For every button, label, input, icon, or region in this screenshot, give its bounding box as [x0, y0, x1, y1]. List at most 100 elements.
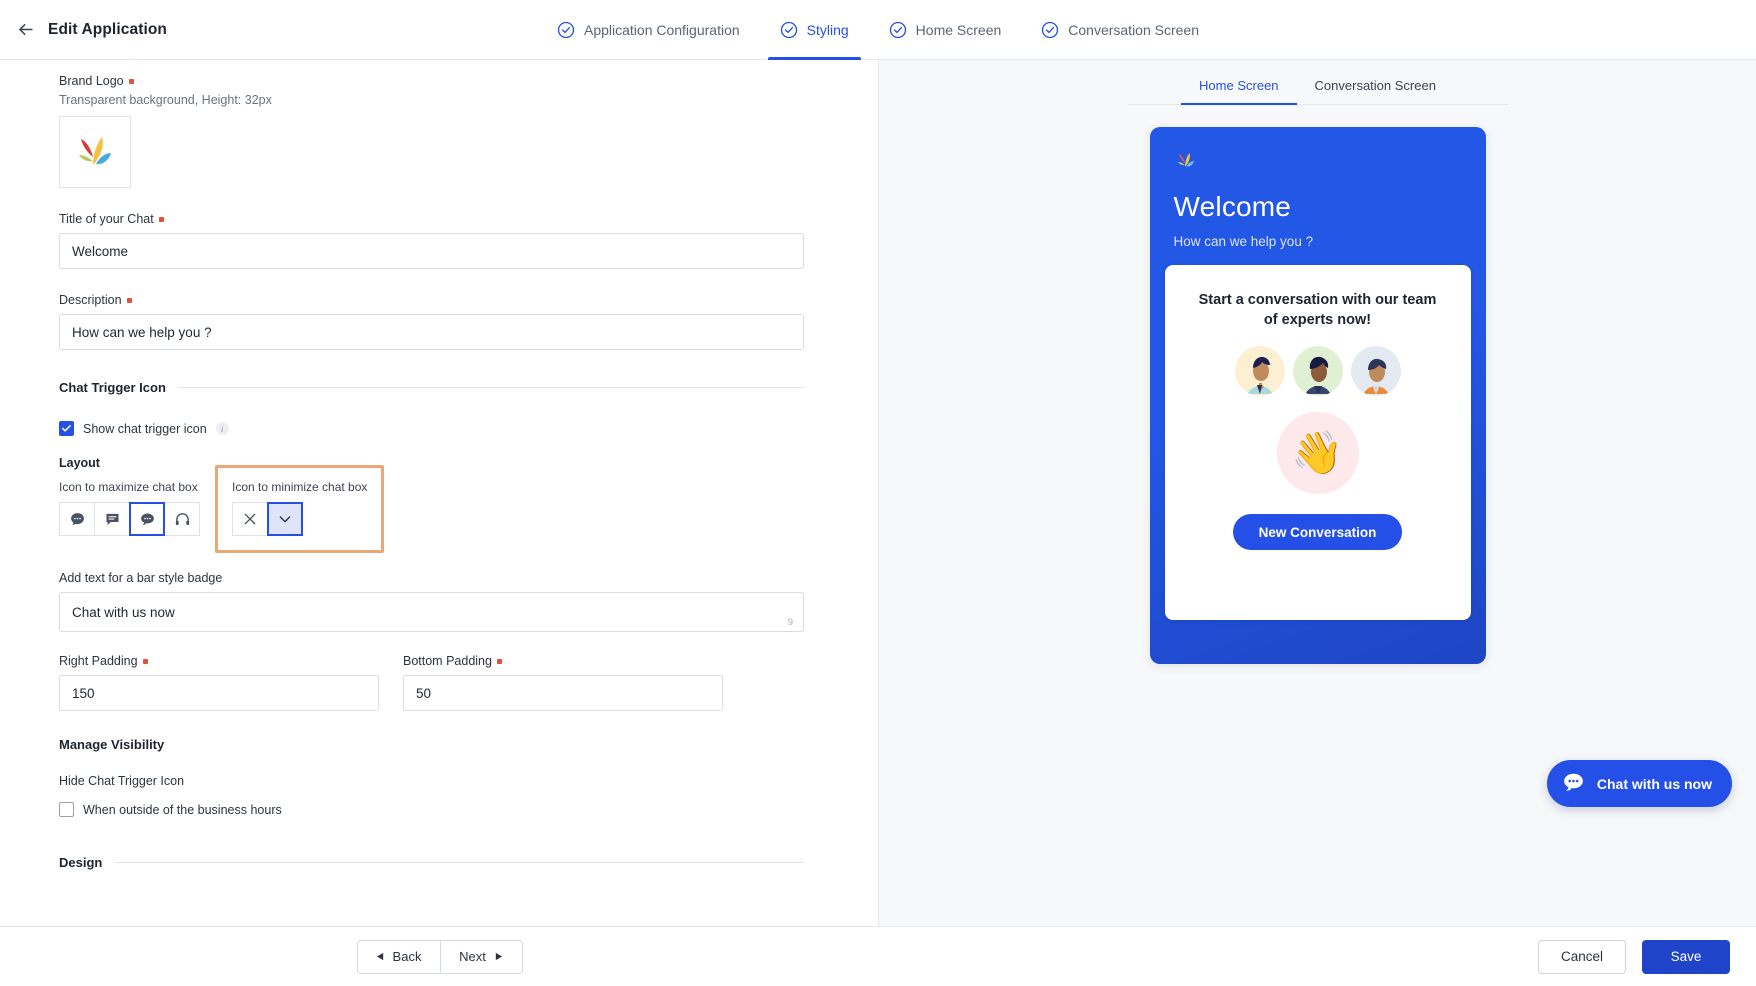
chat-title-input[interactable]: Welcome [59, 233, 804, 269]
divider [114, 862, 804, 863]
tab-styling[interactable]: Styling [767, 0, 861, 60]
chat-bubble-oval-icon-option[interactable] [129, 502, 165, 536]
chat-bubble-round-icon-option[interactable] [59, 502, 95, 536]
close-x-icon [244, 513, 256, 525]
settings-scroll-area[interactable]: Brand Logo Transparent background, Heigh… [0, 60, 878, 890]
info-icon[interactable]: i [215, 422, 229, 435]
chat-bubble-square-icon-option[interactable] [94, 502, 130, 536]
show-trigger-label: Show chat trigger icon [83, 421, 207, 436]
wizard-tabs: Application Configuration Styling Home S… [0, 0, 1756, 60]
outside-hours-checkbox[interactable] [59, 802, 74, 817]
manage-visibility-title: Manage Visibility [59, 737, 165, 752]
bottom-padding-value: 50 [416, 685, 432, 701]
preview-panel: Home Screen Conversation Screen Welcome … [879, 60, 1756, 986]
main-area: Brand Logo Transparent background, Heigh… [0, 60, 1756, 986]
section-title: Design [59, 855, 103, 870]
widget-card: Start a conversation with our team of ex… [1164, 265, 1471, 620]
label-text: Add text for a bar style badge [59, 571, 223, 585]
section-title: Chat Trigger Icon [59, 380, 166, 395]
minimize-icon-row [232, 502, 367, 536]
next-button-label: Next [459, 949, 486, 964]
preview-tab-home-screen[interactable]: Home Screen [1181, 68, 1298, 105]
label-text: Brand Logo [59, 74, 124, 88]
chevron-down-icon-option[interactable] [267, 502, 303, 536]
back-button[interactable]: Back [357, 940, 440, 973]
cancel-button[interactable]: Cancel [1538, 939, 1626, 974]
required-marker [128, 78, 134, 84]
minimize-icon-highlight: Icon to minimize chat box [215, 465, 385, 553]
required-marker [126, 297, 132, 303]
widget-subtitle: How can we help you ? [1173, 234, 1314, 249]
tab-home-screen[interactable]: Home Screen [887, 0, 1004, 60]
label-text: Title of your Chat [59, 212, 154, 226]
bottom-padding-label: Bottom Padding [403, 654, 723, 668]
label-text: Description [59, 293, 122, 307]
next-button[interactable]: Next [439, 940, 522, 973]
badge-text-counter: 9 [787, 617, 793, 628]
tab-label: Home Screen [915, 21, 1002, 38]
back-button-label: Back [392, 949, 422, 964]
chat-bubble-oval-icon [1561, 770, 1586, 798]
chat-title-value: Welcome [72, 243, 129, 259]
bottom-padding-field: Bottom Padding 50 [403, 654, 723, 711]
wave-emoji: 👋 [1276, 412, 1359, 495]
chat-bubble-square-icon [105, 513, 119, 525]
maximize-icon-row [59, 502, 200, 536]
maximize-icon-group: Icon to maximize chat box [59, 480, 200, 536]
preview-tabs: Home Screen Conversation Screen [1127, 68, 1508, 105]
tab-label: Conversation Screen [1068, 21, 1200, 38]
footer-bar: Back Next Cancel Save [0, 926, 1756, 986]
check-circle-icon [557, 21, 575, 39]
preview-tab-conversation-screen[interactable]: Conversation Screen [1297, 68, 1454, 104]
back-arrow-icon[interactable] [14, 19, 36, 41]
widget-brand-logo [1174, 149, 1198, 173]
description-value: How can we help you ? [72, 324, 212, 340]
top-bar: Edit Application Application Configurati… [0, 0, 1756, 60]
widget-card-title: Start a conversation with our team of ex… [1198, 292, 1437, 328]
footer-nav: Back Next [0, 939, 879, 974]
chat-trigger-badge-preview[interactable]: Chat with us now [1546, 760, 1732, 807]
avatar [1350, 346, 1401, 397]
description-input[interactable]: How can we help you ? [59, 314, 804, 350]
show-trigger-row: Show chat trigger icon i [59, 421, 804, 436]
page-title: Edit Application [48, 20, 167, 38]
required-marker [158, 216, 164, 222]
footer-actions: Cancel Save [879, 939, 1756, 974]
new-conversation-wrap: New Conversation [1165, 514, 1471, 551]
badge-text-input[interactable]: Chat with us now 9 [59, 592, 804, 632]
hide-trigger-label: Hide Chat Trigger Icon [59, 774, 185, 788]
bottom-padding-input[interactable]: 50 [403, 675, 723, 711]
brand-logo-upload[interactable] [59, 116, 131, 188]
triangle-right-icon [494, 949, 503, 964]
styling-form: Brand Logo Transparent background, Heigh… [59, 74, 804, 870]
right-padding-input[interactable]: 150 [59, 675, 379, 711]
brand-logo-image [79, 137, 111, 165]
avatar [1292, 346, 1343, 397]
maximize-group-label: Icon to maximize chat box [59, 480, 198, 494]
agent-avatars [1165, 346, 1471, 397]
settings-panel: Brand Logo Transparent background, Heigh… [0, 60, 879, 986]
preview-tab-label: Home Screen [1199, 78, 1279, 93]
outside-hours-label: When outside of the business hours [83, 802, 282, 817]
wizard-nav-group: Back Next [356, 939, 523, 974]
tab-conversation-screen[interactable]: Conversation Screen [1039, 0, 1201, 60]
show-trigger-checkbox[interactable] [59, 421, 74, 436]
right-padding-field: Right Padding 150 [59, 654, 379, 711]
right-padding-label: Right Padding [59, 654, 379, 668]
layout-title: Layout [59, 456, 100, 470]
tab-label: Application Configuration [583, 21, 740, 38]
close-x-icon-option[interactable] [232, 502, 268, 536]
chat-widget-preview: Welcome How can we help you ? Start a co… [1149, 127, 1486, 664]
tab-application-configuration[interactable]: Application Configuration [555, 0, 742, 60]
chat-trigger-badge-label: Chat with us now [1596, 775, 1712, 792]
badge-text-label: Add text for a bar style badge [59, 571, 804, 585]
save-button[interactable]: Save [1642, 939, 1730, 974]
new-conversation-button[interactable]: New Conversation [1232, 514, 1403, 551]
brand-logo-hint: Transparent background, Height: 32px [59, 93, 272, 107]
wave-emoji-wrap: 👋 [1165, 412, 1471, 495]
headset-icon [175, 512, 189, 525]
triangle-left-icon [376, 949, 385, 964]
chat-trigger-section-header: Chat Trigger Icon [59, 380, 804, 395]
headset-icon-option[interactable] [164, 502, 200, 536]
badge-text-value: Chat with us now [72, 604, 175, 620]
